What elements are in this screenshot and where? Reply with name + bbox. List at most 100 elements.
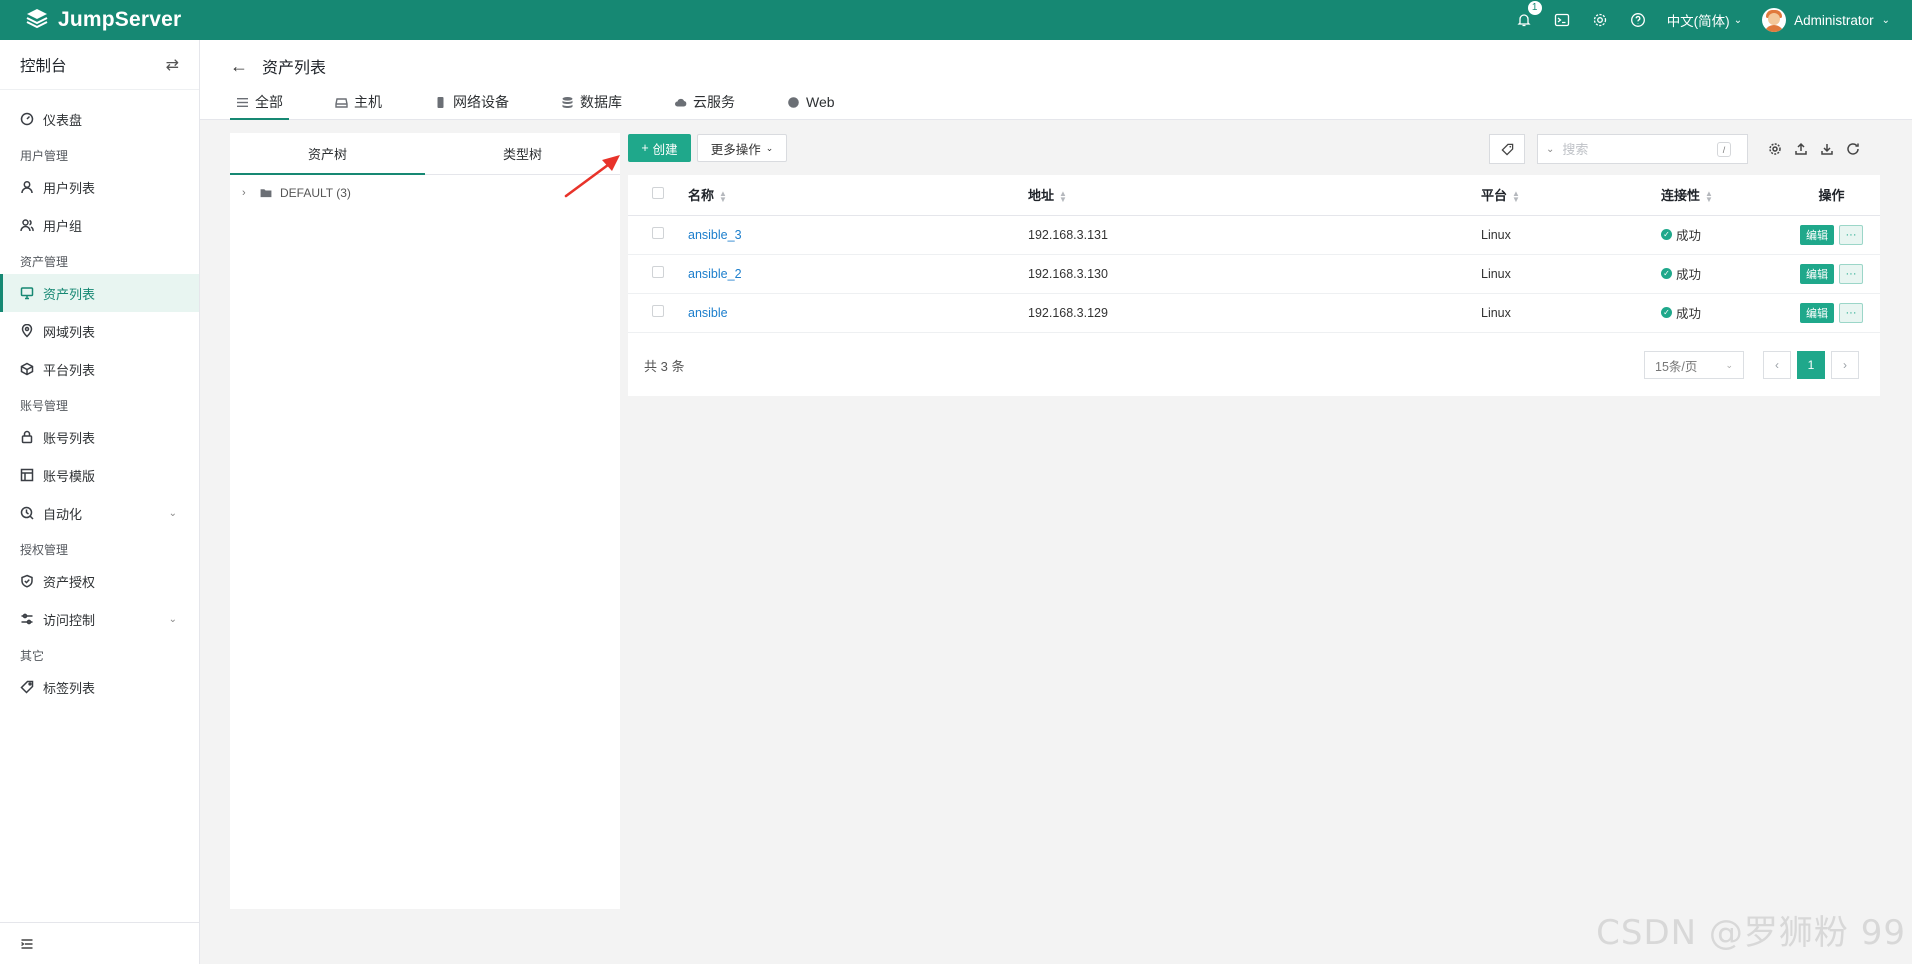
- column-header-platform[interactable]: 平台 ▲ ▼: [1481, 175, 1661, 216]
- tag-filter-button[interactable]: [1489, 134, 1525, 164]
- sidebar-item-asset-permission[interactable]: 资产授权: [0, 562, 199, 600]
- asset-type-tabs: 全部 主机 网络设备 数据库 云服务 Web: [230, 84, 881, 120]
- help-icon[interactable]: [1629, 11, 1647, 29]
- watermark: CSDN @罗狮粉 99: [1596, 913, 1906, 953]
- page-size-select[interactable]: 15条/页 ⌄: [1644, 351, 1744, 379]
- more-options-button[interactable]: ···: [1839, 224, 1863, 245]
- tab-label: Web: [806, 94, 835, 110]
- refresh-icon[interactable]: [1844, 140, 1862, 158]
- tab-label: 数据库: [580, 94, 622, 110]
- next-page-button[interactable]: ›: [1831, 351, 1859, 379]
- asset-name-link[interactable]: ansible_3: [688, 228, 742, 242]
- column-header-connectivity[interactable]: 连接性 ▲ ▼: [1661, 175, 1783, 216]
- tree-node-label: DEFAULT (3): [280, 186, 351, 200]
- edit-button[interactable]: 编辑: [1800, 263, 1834, 284]
- table-row: ansible_3 192.168.3.131 Linux ✓ 成功 编辑 ···: [628, 215, 1880, 255]
- lock-icon: [21, 430, 33, 444]
- chevron-right-icon[interactable]: ›: [242, 187, 252, 199]
- export-upload-icon[interactable]: [1792, 140, 1810, 158]
- dashboard-icon: [20, 112, 34, 126]
- row-checkbox[interactable]: [652, 266, 664, 278]
- tree-tab-asset-tree[interactable]: 资产树: [230, 133, 425, 175]
- create-button[interactable]: + 创建: [628, 134, 691, 162]
- sidebar-item-user-group[interactable]: 用户组: [0, 206, 199, 244]
- column-header-address[interactable]: 地址 ▲ ▼: [1028, 175, 1481, 216]
- connectivity-status: ✓ 成功: [1661, 225, 1783, 244]
- sidebar-item-label: 用户列表: [43, 180, 96, 196]
- tab-cloud[interactable]: 云服务: [668, 84, 741, 120]
- tab-web[interactable]: Web: [781, 84, 841, 120]
- asset-name-link[interactable]: ansible: [688, 306, 728, 320]
- select-all-checkbox[interactable]: [652, 187, 664, 200]
- more-options-button[interactable]: ···: [1839, 302, 1863, 323]
- edit-button[interactable]: 编辑: [1800, 224, 1834, 245]
- sidebar-item-account-template[interactable]: 账号模版: [0, 456, 199, 494]
- page-number-button[interactable]: 1: [1797, 351, 1825, 379]
- sidebar-title: 控制台: [20, 57, 67, 75]
- sidebar-item-tag-list[interactable]: 标签列表: [0, 668, 199, 706]
- table-toolbar: + 创建 更多操作 ⌄ ⌄ /: [628, 134, 1880, 164]
- language-selector[interactable]: 中文(简体) ⌄: [1667, 10, 1742, 30]
- search-box[interactable]: ⌄ /: [1537, 134, 1748, 164]
- table-footer: 共 3 条 15条/页 ⌄ ‹ 1 ›: [628, 335, 1880, 396]
- sort-icon: ▲ ▼: [719, 188, 727, 204]
- search-input[interactable]: [1562, 141, 1713, 157]
- sort-icon: ▲ ▼: [1512, 188, 1520, 204]
- row-checkbox[interactable]: [652, 305, 664, 317]
- tab-host[interactable]: 主机: [329, 84, 388, 120]
- more-actions-label: 更多操作: [710, 142, 761, 157]
- sidebar-item-label: 资产授权: [43, 574, 96, 590]
- sidebar-item-account-list[interactable]: 账号列表: [0, 418, 199, 456]
- top-bar: JumpServer 1 中文(简体) ⌄ Administrator ⌄: [0, 0, 1912, 40]
- database-icon: [562, 96, 573, 108]
- notification-bell-icon[interactable]: 1: [1515, 1, 1542, 29]
- sidebar-item-access-control[interactable]: 访问控制 ⌄: [0, 600, 199, 638]
- sidebar-item-label: 账号模版: [43, 468, 96, 484]
- prev-page-button[interactable]: ‹: [1763, 351, 1791, 379]
- annotation-arrow: [564, 155, 620, 198]
- tab-label: 主机: [354, 94, 382, 110]
- terminal-icon[interactable]: [1553, 11, 1571, 29]
- column-header-name[interactable]: 名称 ▲ ▼: [688, 175, 1028, 216]
- sidebar-group-user-mgmt: 用户管理: [20, 149, 69, 163]
- more-actions-button[interactable]: 更多操作 ⌄: [697, 134, 787, 162]
- edit-button[interactable]: 编辑: [1800, 302, 1834, 323]
- tab-all[interactable]: 全部: [230, 84, 289, 120]
- sidebar-collapse-toggle[interactable]: [0, 922, 199, 964]
- view-switch-icon[interactable]: ⇄: [166, 55, 179, 75]
- user-menu[interactable]: Administrator ⌄: [1762, 8, 1890, 32]
- import-download-icon[interactable]: [1818, 140, 1836, 158]
- logo[interactable]: JumpServer: [24, 7, 181, 33]
- sidebar-item-zone-list[interactable]: 网域列表: [0, 312, 199, 350]
- asset-platform: Linux: [1481, 215, 1661, 255]
- sidebar-item-user-list[interactable]: 用户列表: [0, 168, 199, 206]
- row-checkbox[interactable]: [652, 227, 664, 239]
- cube-icon: [20, 362, 34, 376]
- sidebar-item-dashboard[interactable]: 仪表盘: [0, 100, 199, 138]
- folder-icon: [260, 189, 272, 198]
- tab-network-device[interactable]: 网络设备: [428, 84, 515, 120]
- language-label: 中文(简体): [1666, 14, 1730, 29]
- menu-collapse-icon: [21, 938, 33, 949]
- back-arrow-icon[interactable]: ←: [230, 56, 248, 77]
- sidebar-item-asset-list[interactable]: 资产列表: [0, 274, 199, 312]
- sidebar-item-platform-list[interactable]: 平台列表: [0, 350, 199, 388]
- sidebar-item-label: 网域列表: [43, 324, 96, 340]
- settings-gear-icon[interactable]: [1591, 11, 1609, 29]
- chevron-down-icon[interactable]: ⌄: [1546, 144, 1554, 155]
- asset-name-link[interactable]: ansible_2: [688, 267, 742, 281]
- column-settings-gear-icon[interactable]: [1766, 140, 1784, 158]
- host-icon: [335, 97, 348, 108]
- shortcut-key: /: [1717, 142, 1731, 157]
- tab-label: 全部: [255, 94, 283, 110]
- tag-icon: [20, 680, 34, 694]
- chevron-down-icon: ⌄: [168, 613, 177, 625]
- user-name: Administrator: [1794, 12, 1874, 28]
- page-size-label: 15条/页: [1655, 359, 1698, 374]
- sidebar-item-automation[interactable]: 自动化 ⌄: [0, 494, 199, 532]
- chevron-down-icon: ⌄: [1725, 359, 1733, 370]
- create-button-label: 创建: [652, 142, 678, 157]
- sort-icon: ▲ ▼: [1059, 188, 1067, 204]
- more-options-button[interactable]: ···: [1839, 263, 1863, 284]
- tab-database[interactable]: 数据库: [555, 84, 628, 120]
